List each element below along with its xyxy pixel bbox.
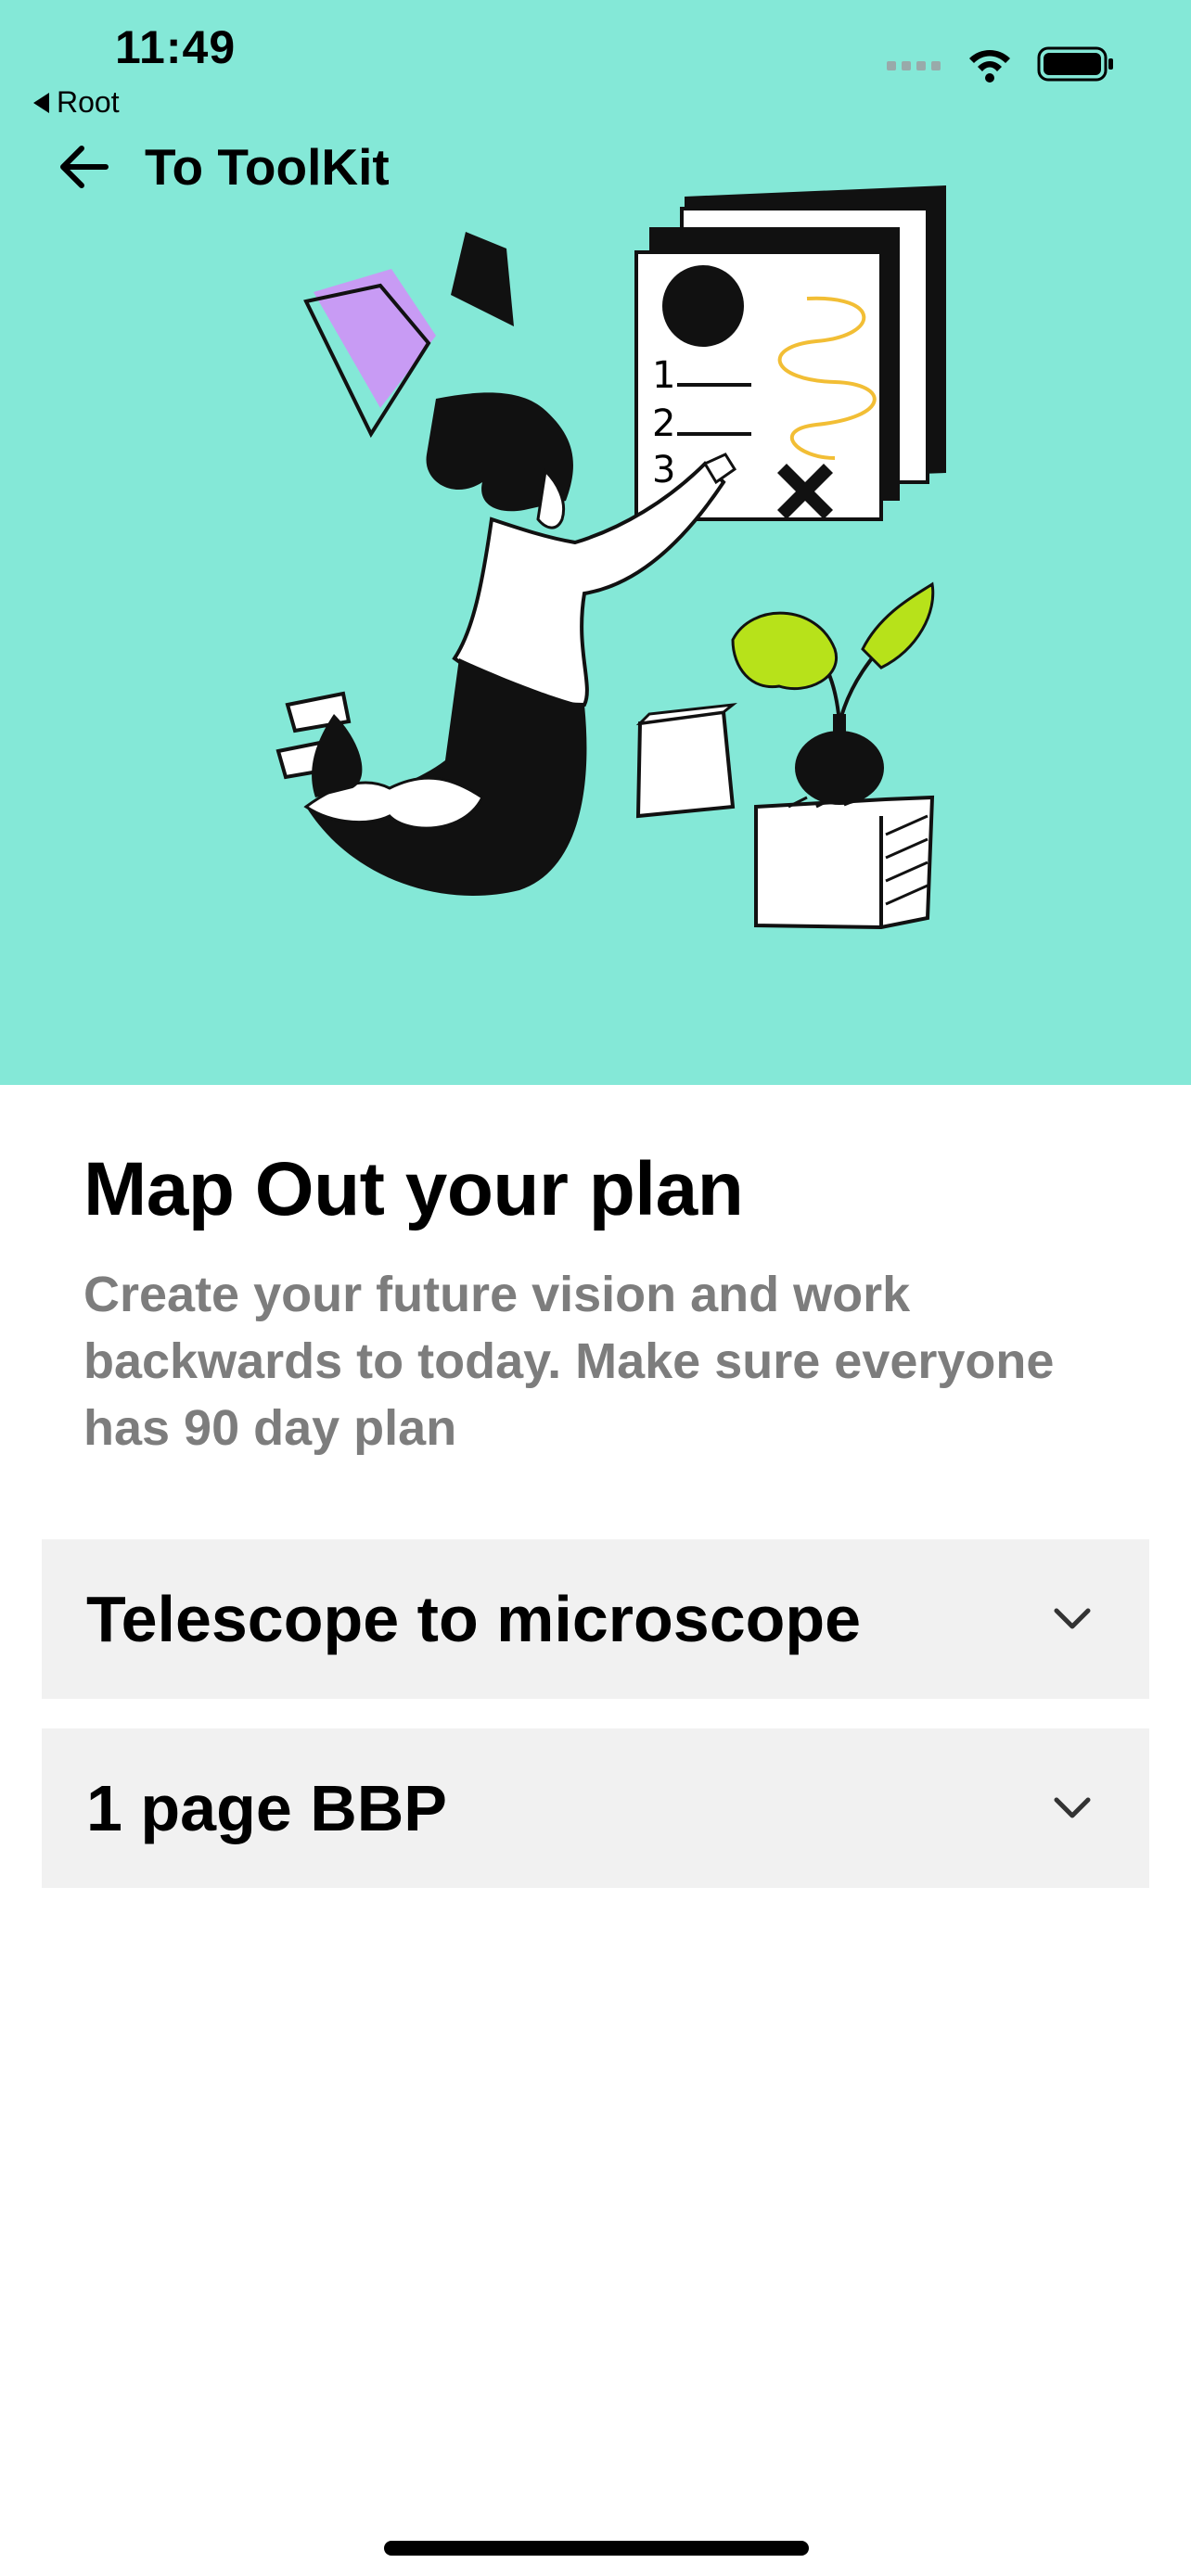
back-triangle-icon bbox=[33, 92, 49, 113]
svg-text:3: 3 bbox=[652, 449, 675, 491]
hero-banner: 1 2 3 11:49 Root To ToolKit bbox=[0, 0, 1191, 1085]
page-title: Map Out your plan bbox=[83, 1147, 744, 1231]
back-app-label: Root bbox=[57, 85, 120, 119]
accordion-label: 1 page BBP bbox=[86, 1772, 447, 1844]
accordion-1-page-bbp[interactable]: 1 page BBP bbox=[42, 1728, 1149, 1888]
nav-bar: To ToolKit bbox=[58, 137, 390, 197]
nav-title[interactable]: To ToolKit bbox=[145, 137, 390, 197]
back-arrow-icon[interactable] bbox=[58, 145, 109, 189]
home-indicator[interactable] bbox=[384, 2541, 809, 2556]
wifi-icon bbox=[969, 50, 1010, 83]
accordion-label: Telescope to microscope bbox=[86, 1583, 862, 1655]
chevron-down-icon bbox=[1054, 1608, 1091, 1629]
battery-icon bbox=[1037, 46, 1113, 82]
chevron-down-icon bbox=[1054, 1797, 1091, 1818]
status-time: 11:49 bbox=[115, 21, 237, 73]
cellular-signal-icon bbox=[887, 61, 941, 70]
status-icons bbox=[887, 45, 1115, 83]
svg-text:2: 2 bbox=[652, 402, 675, 445]
back-to-app-link[interactable]: Root bbox=[33, 85, 120, 120]
page-description: Create your future vision and work backw… bbox=[83, 1267, 1055, 1456]
svg-text:1: 1 bbox=[652, 354, 675, 397]
accordion-telescope-to-microscope[interactable]: Telescope to microscope bbox=[42, 1539, 1149, 1699]
